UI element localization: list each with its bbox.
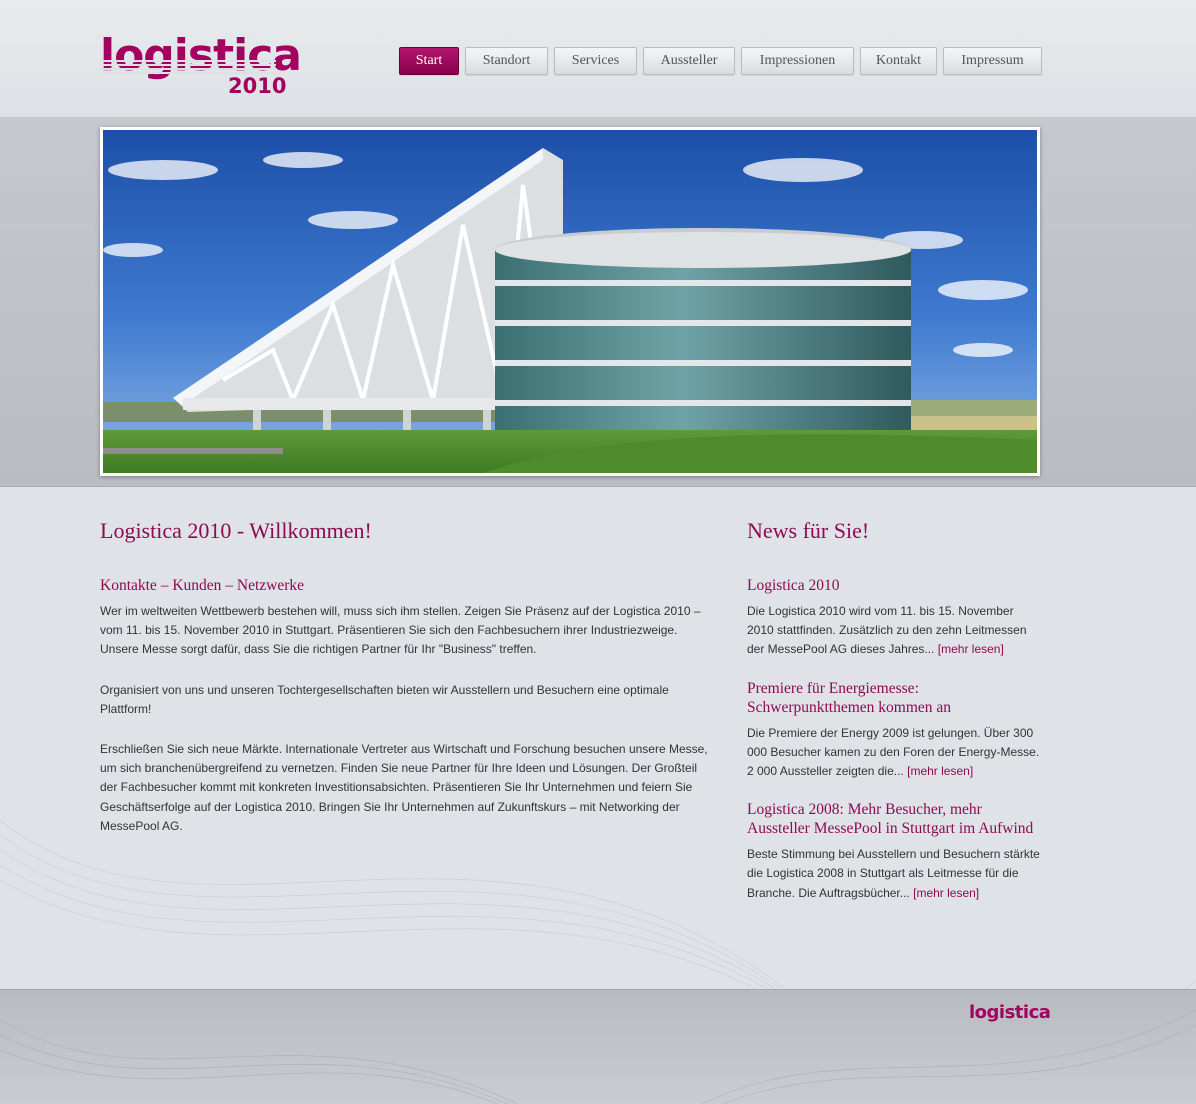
banner-image	[100, 127, 1040, 476]
footer-logo[interactable]: logistica	[969, 1002, 1051, 1023]
site-header: logistica 2010 Start Standort Services A…	[0, 0, 1196, 118]
news-item: Logistica 2008: Mehr Besucher, mehr Auss…	[747, 800, 1042, 903]
intro-paragraph: Erschließen Sie sich neue Märkte. Intern…	[100, 742, 708, 833]
site-footer: logistica	[0, 989, 1196, 1104]
news-item: Premiere für Energiemesse: Schwerpunktth…	[747, 679, 1042, 782]
intro-paragraph: Wer im weltweiten Wettbewerb bestehen wi…	[100, 604, 701, 657]
nav-impressum[interactable]: Impressum	[943, 47, 1042, 75]
nav-aussteller[interactable]: Aussteller	[643, 47, 735, 75]
news-item-text: Beste Stimmung bei Ausstellern und Besuc…	[747, 847, 1040, 900]
section-subtitle: Kontakte – Kunden – Netzwerke	[100, 577, 305, 594]
main-navigation: Start Standort Services Aussteller Impre…	[399, 47, 1042, 75]
news-item-title[interactable]: Logistica 2010	[747, 576, 1042, 595]
main-column: Logistica 2010 - Willkommen! Kontakte – …	[100, 518, 710, 857]
news-item-text: Die Logistica 2010 wird vom 11. bis 15. …	[747, 604, 1027, 657]
logo-year: 2010	[228, 74, 287, 98]
news-item-text: Die Premiere der Energy 2009 ist gelunge…	[747, 725, 1040, 779]
news-title: News für Sie!	[747, 518, 870, 543]
news-item-title[interactable]: Logistica 2008: Mehr Besucher, mehr Auss…	[747, 800, 1042, 838]
nav-kontakt[interactable]: Kontakt	[860, 47, 937, 75]
intro-paragraph: Organisiert von uns und unseren Tochterg…	[100, 682, 669, 716]
building-photo	[103, 130, 1037, 473]
logistica-logo[interactable]: logistica 2010	[100, 32, 302, 100]
news-item-title[interactable]: Premiere für Energiemesse: Schwerpunktth…	[747, 679, 1042, 717]
news-item: Logistica 2010 Die Logistica 2010 wird v…	[747, 576, 1042, 660]
nav-start[interactable]: Start	[399, 47, 459, 75]
read-more-link[interactable]: [mehr lesen]	[907, 764, 973, 778]
read-more-link[interactable]: [mehr lesen]	[938, 642, 1004, 656]
read-more-link[interactable]: [mehr lesen]	[913, 886, 979, 900]
page-title: Logistica 2010 - Willkommen!	[100, 518, 372, 543]
nav-impressionen[interactable]: Impressionen	[741, 47, 854, 75]
nav-services[interactable]: Services	[554, 47, 637, 75]
news-column: News für Sie! Logistica 2010 Die Logisti…	[747, 518, 1042, 922]
nav-standort[interactable]: Standort	[465, 47, 548, 75]
content-area: Logistica 2010 - Willkommen! Kontakte – …	[0, 487, 1196, 989]
